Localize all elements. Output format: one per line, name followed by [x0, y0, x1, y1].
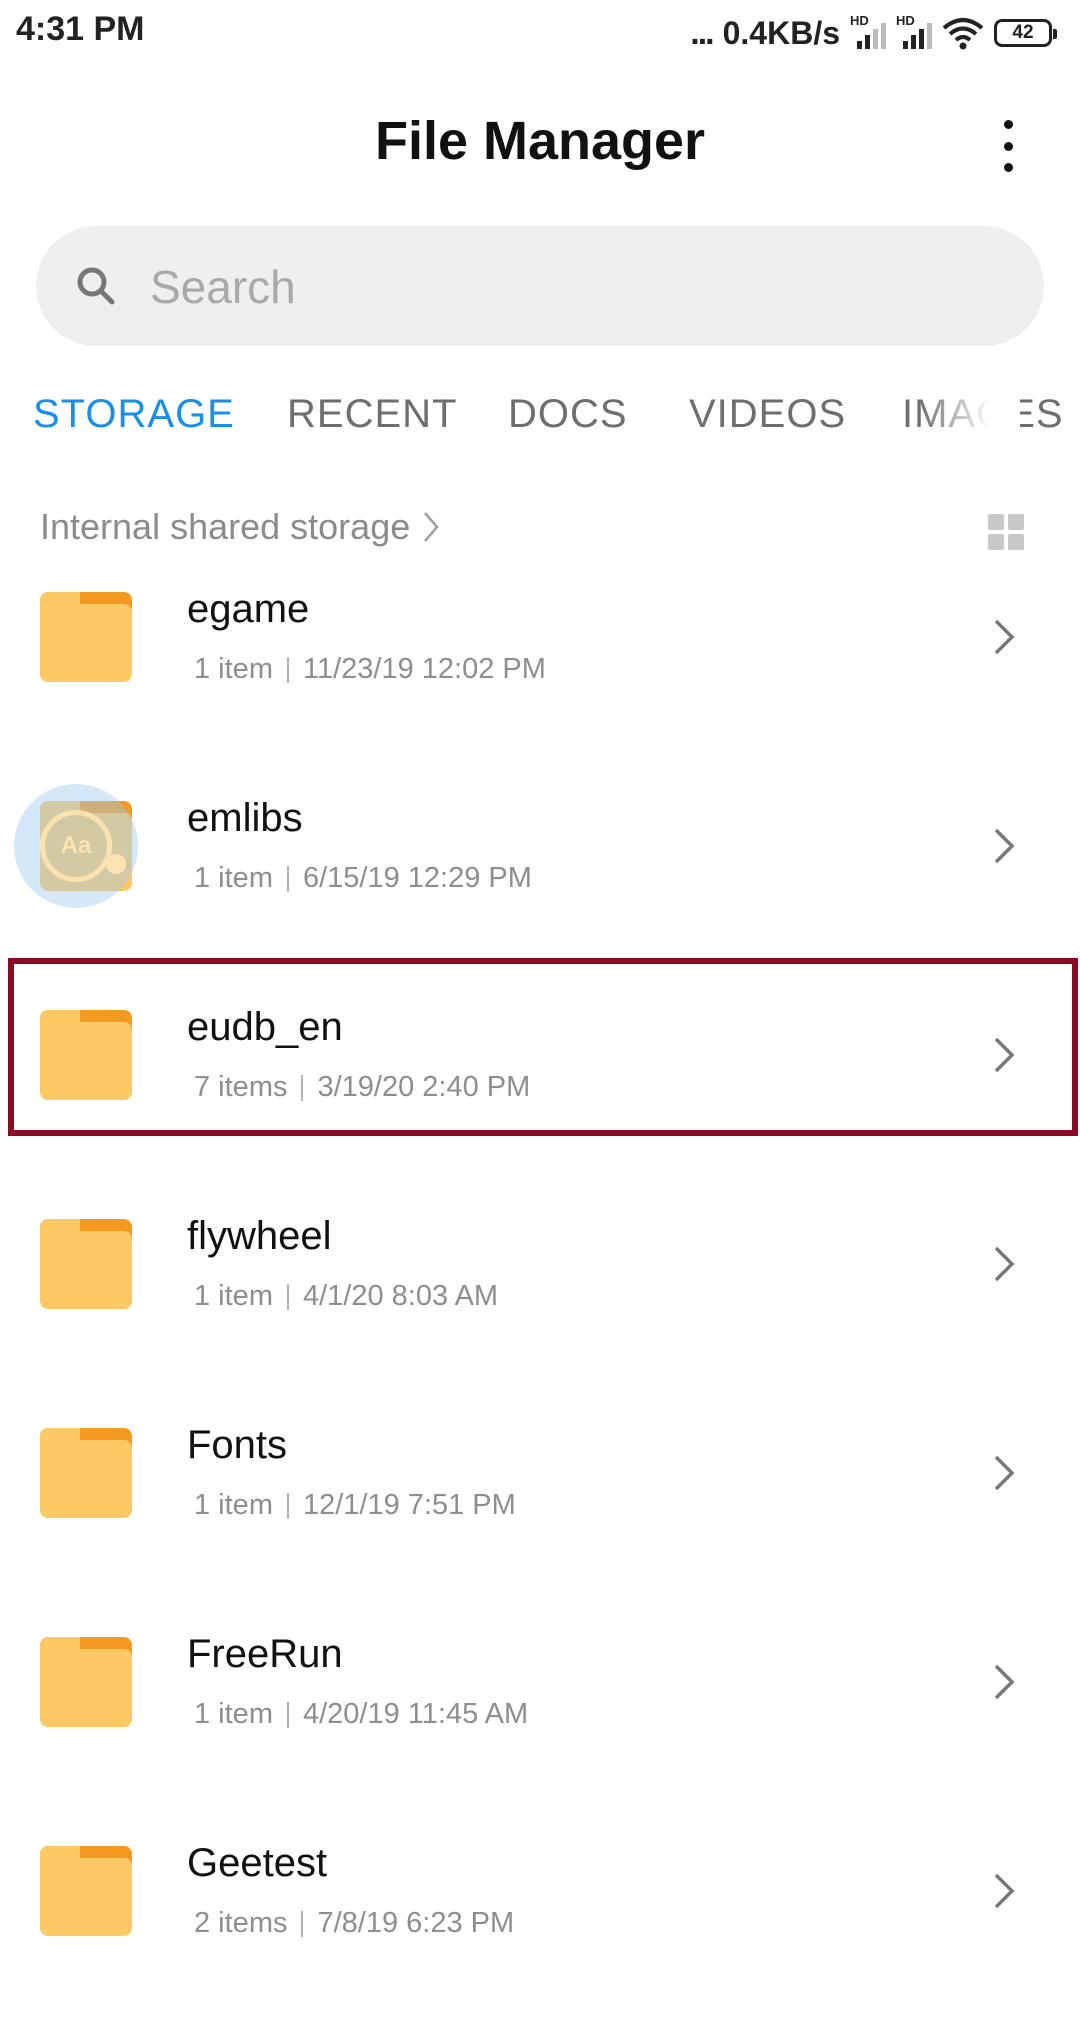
list-item[interactable]: flywheel 1 item 4/1/20 8:03 AM [0, 1192, 1080, 1401]
network-speed: 0.4KB/s [722, 14, 840, 51]
search-input[interactable] [148, 226, 1012, 348]
bubble-dot [106, 854, 126, 874]
file-name: egame [187, 587, 310, 631]
page-title: File Manager [374, 111, 706, 171]
folder-icon [40, 1219, 132, 1309]
file-name: Fonts [187, 1423, 288, 1467]
file-meta: 1 item 6/15/19 12:29 PM [194, 862, 532, 894]
folder-icon [40, 1846, 132, 1936]
file-meta: 1 item 12/1/19 7:51 PM [194, 1489, 516, 1521]
list-item[interactable]: egame 1 item 11/23/19 12:02 PM [0, 565, 1080, 774]
more-options-icon[interactable] [996, 120, 1020, 172]
chevron-right-icon [994, 828, 1015, 864]
file-name: emlibs [187, 796, 303, 840]
file-name: Geetest [187, 1841, 328, 1885]
list-item[interactable]: emlibs 1 item 6/15/19 12:29 PM [0, 774, 1080, 983]
file-meta: 7 items 3/19/20 2:40 PM [194, 1071, 531, 1103]
folder-icon [40, 592, 132, 682]
file-meta: 2 items 7/8/19 6:23 PM [194, 1907, 515, 1939]
chevron-right-icon [994, 1455, 1015, 1491]
list-item[interactable]: Geetest 2 items 7/8/19 6:23 PM [0, 1819, 1080, 2028]
more-notifications-icon: ... [690, 13, 714, 52]
category-tabs: STORAGE RECENT DOCS VIDEOS IMAGES [0, 392, 1080, 442]
breadcrumb[interactable]: Internal shared storage [40, 506, 440, 548]
tab-videos[interactable]: VIDEOS [689, 392, 846, 437]
chevron-right-icon [994, 1246, 1015, 1282]
chevron-right-icon [994, 1037, 1015, 1073]
tab-recent[interactable]: RECENT [287, 392, 457, 437]
tab-storage[interactable]: STORAGE [33, 392, 235, 437]
grid-view-icon[interactable] [988, 514, 1024, 550]
folder-icon [40, 1010, 132, 1100]
status-bar: 4:31 PM ... 0.4KB/s HD HD 42 [0, 0, 1080, 66]
floating-dictionary-button[interactable]: Aa [14, 784, 138, 908]
breadcrumb-label: Internal shared storage [40, 506, 411, 547]
dictionary-icon: Aa [40, 810, 112, 882]
chevron-right-icon [994, 1664, 1015, 1700]
chevron-right-icon [994, 1873, 1015, 1909]
signal-icon-sim1: HD [850, 13, 886, 53]
chevron-right-icon [424, 512, 439, 542]
chevron-right-icon [994, 619, 1015, 655]
file-name: flywheel [187, 1214, 332, 1258]
wifi-icon [942, 18, 984, 50]
tabs-fade [920, 392, 1020, 442]
file-meta: 1 item 11/23/19 12:02 PM [194, 653, 546, 685]
list-item[interactable]: Fonts 1 item 12/1/19 7:51 PM [0, 1401, 1080, 1610]
list-item-selected[interactable]: eudb_en 7 items 3/19/20 2:40 PM [8, 958, 1078, 1136]
status-time: 4:31 PM [16, 10, 145, 48]
list-item[interactable]: FreeRun 1 item 4/20/19 11:45 AM [0, 1610, 1080, 1819]
search-icon [77, 267, 115, 305]
signal-icon-sim2: HD [896, 13, 932, 53]
battery-icon: 42 [994, 19, 1057, 47]
search-bar[interactable] [36, 226, 1044, 348]
file-meta: 1 item 4/20/19 11:45 AM [194, 1698, 529, 1730]
status-icons: ... 0.4KB/s HD HD 42 [690, 8, 1057, 58]
file-name: eudb_en [187, 1005, 343, 1049]
folder-icon [40, 1428, 132, 1518]
file-meta: 1 item 4/1/20 8:03 AM [194, 1280, 499, 1312]
folder-icon [40, 1637, 132, 1727]
tab-docs[interactable]: DOCS [508, 392, 628, 437]
file-name: FreeRun [187, 1632, 343, 1676]
